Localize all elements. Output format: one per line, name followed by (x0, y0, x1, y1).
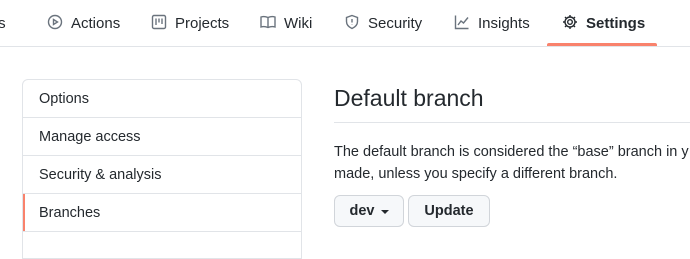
section-title: Default branch (334, 80, 690, 123)
branch-actions: dev Update (334, 195, 690, 227)
tab-code[interactable]: ts (0, 0, 6, 47)
tab-projects-label: Projects (175, 15, 230, 32)
sidebar-item-label: Branches (39, 204, 101, 221)
tab-settings-label: Settings (586, 15, 646, 32)
branch-select-value: dev (349, 203, 375, 219)
tab-actions-label: Actions (71, 15, 121, 32)
settings-sidebar: Options Manage access Security & analysi… (22, 79, 302, 259)
tab-projects[interactable]: Projects (151, 0, 229, 47)
branch-select-button[interactable]: dev (334, 195, 404, 227)
sidebar-item-label: Options (39, 90, 89, 107)
project-icon (151, 14, 167, 34)
tab-insights-label: Insights (478, 15, 530, 32)
main-content: Default branch The default branch is con… (334, 80, 690, 227)
gear-icon (562, 14, 578, 34)
selected-tab-underline (547, 43, 657, 46)
update-button[interactable]: Update (408, 195, 490, 227)
shield-icon (344, 14, 360, 34)
tab-actions[interactable]: Actions (47, 0, 120, 47)
description-line-2: made, unless you specify a different bra… (334, 166, 618, 182)
tab-security[interactable]: Security (344, 0, 422, 47)
section-description: The default branch is considered the “ba… (334, 141, 690, 185)
tab-wiki-label: Wiki (284, 15, 313, 32)
play-icon (47, 14, 63, 34)
description-line-1: The default branch is considered the “ba… (334, 144, 689, 160)
sidebar-item-manage-access[interactable]: Manage access (23, 118, 301, 156)
caret-down-icon (380, 210, 389, 214)
sidebar-item-label: Security & analysis (39, 166, 162, 183)
tab-insights[interactable]: Insights (454, 0, 530, 47)
sidebar-item-label: Manage access (39, 128, 141, 145)
sidebar-item-security-analysis[interactable]: Security & analysis (23, 156, 301, 194)
sidebar-item-branches[interactable]: Branches (23, 194, 301, 232)
graph-icon (454, 14, 470, 34)
tab-code-label: ts (0, 15, 6, 32)
book-icon (260, 14, 276, 34)
sidebar-item-options[interactable]: Options (23, 80, 301, 118)
repository-nav: ts Actions Projects Wiki Security Insigh… (0, 0, 690, 47)
tab-security-label: Security (368, 15, 423, 32)
tab-wiki[interactable]: Wiki (260, 0, 312, 47)
tab-settings[interactable]: Settings (562, 0, 645, 47)
